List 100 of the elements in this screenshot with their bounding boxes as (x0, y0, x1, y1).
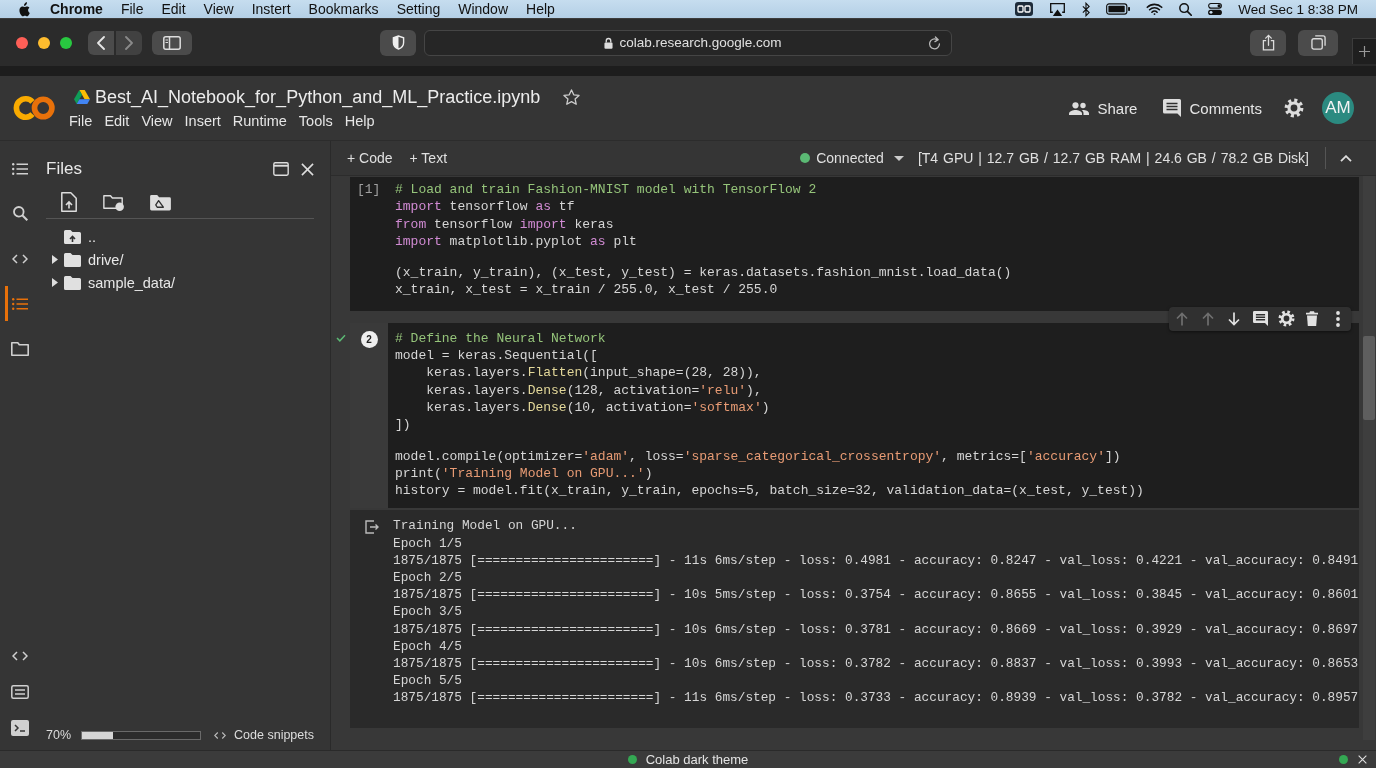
file-tree-item[interactable]: .. (46, 225, 314, 248)
output-line: Training Model on GPU... (393, 517, 578, 535)
output-line: Epoch 5/5 (393, 672, 463, 690)
output-line: 1875/1875 [=======================] - 11s 6ms/step - loss: 0.3733 - accuracy: 0.8939 - val_loss: 0.3782 - val_accuracy: 0.8957 (393, 689, 1359, 707)
list-icon (12, 162, 28, 175)
code-icon (12, 253, 28, 264)
privacy-button[interactable] (380, 29, 416, 56)
tabs-button[interactable] (1298, 29, 1338, 56)
sidebar-icon (163, 35, 181, 50)
menu-item[interactable]: View (203, 1, 234, 17)
list-icon (12, 297, 28, 310)
search-icon (12, 206, 28, 221)
code-icon[interactable] (12, 651, 28, 661)
url-text: colab.research.google.com (619, 35, 782, 50)
new-tab-button[interactable] (1352, 38, 1376, 64)
notebook-title[interactable]: Best_AI_Notebook_for_Python_and_ML_Practice.ipynb (95, 84, 541, 109)
reload-icon[interactable] (928, 35, 941, 50)
status-dot-icon (1339, 755, 1348, 764)
form-icon[interactable] (11, 685, 29, 699)
status-dot-icon (627, 755, 637, 764)
airplay-icon[interactable] (1049, 2, 1067, 16)
code-line: keras.layers.Dense(128, activation='relu'), (425, 381, 763, 399)
settings-icon[interactable] (1277, 310, 1295, 328)
code-line: import matplotlib.pyplot as plt (395, 232, 638, 251)
battery-icon[interactable] (1106, 3, 1131, 15)
control-center-icon[interactable] (1208, 3, 1223, 15)
chevron-up-icon[interactable] (1340, 154, 1352, 162)
plus-icon (1359, 46, 1370, 57)
comment-icon (1163, 99, 1182, 117)
people-icon (1069, 101, 1090, 115)
share-icon (1261, 34, 1275, 51)
menu-item[interactable]: Setting (396, 1, 441, 17)
keyboard-input-icon[interactable] (1015, 2, 1034, 16)
trash-icon[interactable] (1306, 311, 1318, 327)
traffic-light-icon[interactable] (38, 36, 50, 49)
add-cell-button[interactable]: + Text (409, 150, 448, 166)
arrow-down-icon[interactable] (1228, 311, 1240, 326)
star-icon[interactable] (563, 88, 581, 105)
output-line: 1875/1875 [=======================] - 10s 6ms/step - loss: 0.3781 - accuracy: 0.8669 - val_loss: 0.3929 - val_accuracy: 0.8697 (393, 620, 1359, 638)
folder-icon (64, 252, 81, 267)
apple-logo-icon[interactable] (18, 1, 30, 17)
menu-item[interactable]: Insert (178, 111, 227, 130)
traffic-light-icon[interactable] (16, 36, 28, 49)
menu-item[interactable]: Tools (292, 111, 339, 130)
traffic-light-icon[interactable] (60, 36, 72, 49)
panel-title: Files (46, 159, 82, 179)
connect-button[interactable]: Connected (800, 150, 904, 166)
output-line: Epoch 4/5 (393, 637, 463, 656)
window-icon[interactable] (273, 162, 289, 176)
code-line: model = keras.Sequential([ (395, 347, 599, 365)
close-icon[interactable] (1358, 755, 1367, 764)
menu-item[interactable]: Instert (251, 1, 291, 17)
drive-icon (74, 89, 90, 104)
address-bar[interactable]: colab.research.google.com (424, 29, 952, 56)
drive-folder-icon[interactable] (150, 193, 171, 211)
menu-item[interactable]: Bookmarks (308, 1, 379, 17)
wifi-icon[interactable] (1146, 3, 1164, 15)
bluetooth-icon[interactable] (1082, 1, 1091, 17)
menu-item[interactable]: File (120, 1, 144, 17)
terminal-icon[interactable] (11, 720, 29, 736)
code-snippets-button[interactable]: Code snippets (214, 728, 314, 742)
comments-button[interactable]: Comments (1163, 99, 1262, 117)
menu-item[interactable]: View (135, 111, 179, 130)
search-icon[interactable] (1179, 2, 1193, 16)
app-menu[interactable]: Chrome (50, 1, 103, 17)
menu-item[interactable]: Help (526, 1, 555, 17)
comment-icon[interactable] (1252, 311, 1268, 327)
add-cell-button[interactable]: + Code (347, 150, 393, 166)
code-line: # Define the Neural Network (395, 329, 607, 348)
menu-item[interactable]: Runtime (226, 111, 293, 130)
menu-item[interactable]: Edit (161, 1, 186, 17)
sidebar-button[interactable] (152, 30, 192, 55)
file-tree-item[interactable]: sample_data/ (46, 271, 314, 294)
code-line: print('Training Model on GPU...') (395, 464, 654, 483)
back-button[interactable] (88, 30, 114, 55)
avatar[interactable]: AM (1322, 92, 1354, 124)
file-tree-item[interactable]: drive/ (46, 248, 314, 271)
output-line: Epoch 1/5 (393, 534, 463, 552)
run-button[interactable]: 2 (360, 330, 378, 348)
menu-item[interactable]: Window (458, 1, 508, 17)
code-line: keras.layers.Dense(10, activation='softmax') (425, 398, 771, 417)
menu-item[interactable]: Edit (98, 111, 136, 130)
upload-file-icon[interactable] (61, 192, 77, 212)
settings-icon[interactable] (1284, 98, 1304, 118)
close-icon[interactable] (301, 162, 314, 176)
menu-item[interactable]: File (63, 111, 99, 130)
folder-up-icon (64, 229, 81, 244)
share-button[interactable]: Share (1069, 99, 1138, 117)
menu-bar-clock[interactable]: Wed Sec 1 8:38 PM (1238, 1, 1358, 17)
chevron-right-icon (125, 35, 133, 50)
new-folder-icon[interactable] (103, 193, 124, 211)
output-icon[interactable] (364, 520, 379, 535)
more-icon[interactable] (1336, 310, 1340, 327)
lock-icon (604, 36, 614, 49)
output-line: Epoch 3/5 (393, 603, 463, 621)
scrollbar[interactable] (1363, 176, 1375, 740)
code-icon (214, 730, 227, 740)
share-button[interactable] (1250, 29, 1286, 56)
colab-logo-icon[interactable] (12, 95, 56, 121)
menu-item[interactable]: Help (338, 111, 381, 130)
